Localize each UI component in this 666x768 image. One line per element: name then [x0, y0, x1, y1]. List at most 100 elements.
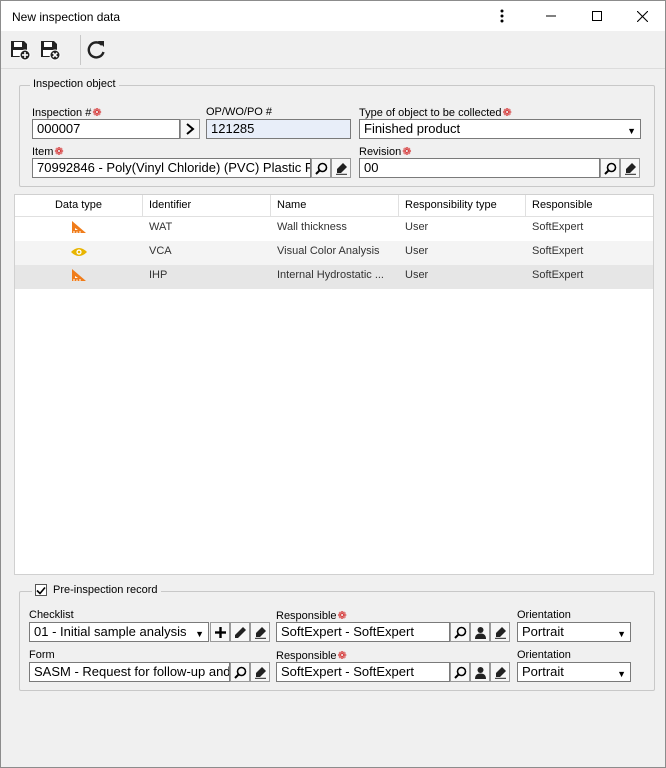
inspection-object-legend: Inspection object	[30, 78, 119, 90]
table-row-selected[interactable]: IHP Internal Hydrostatic ... User SoftEx…	[15, 265, 653, 289]
inspection-no-field[interactable]: 000007	[32, 119, 180, 139]
data-type-cell	[15, 241, 143, 265]
responsibility-type-cell: User	[405, 245, 429, 257]
toolbar	[1, 31, 665, 69]
pre-inspection-legend-text: Pre-inspection record	[53, 584, 158, 596]
checklist-clear-button[interactable]	[250, 622, 270, 642]
more-options-button[interactable]	[479, 1, 525, 31]
eraser-icon	[254, 626, 266, 639]
item-search-button[interactable]	[311, 158, 331, 178]
save-new-icon	[11, 41, 31, 61]
required-icon: ❁	[402, 146, 412, 158]
checklist-value: 01 - Initial sample analysis	[34, 624, 187, 639]
required-icon: ❁	[54, 146, 64, 158]
checklist-add-button[interactable]	[210, 622, 230, 642]
table-row[interactable]: VCA Visual Color Analysis User SoftExper…	[15, 241, 653, 265]
title-bar: New inspection data	[1, 1, 665, 31]
responsible-field-1[interactable]: SoftExpert - SoftExpert	[276, 622, 450, 642]
dialog-window: New inspection data Inspection object In…	[0, 0, 666, 768]
refresh-button[interactable]	[83, 37, 109, 63]
revision-search-button[interactable]	[600, 158, 620, 178]
column-header-data-type[interactable]: Data type	[15, 195, 143, 217]
responsibility-type-cell: User	[405, 221, 429, 233]
responsible-2-clear-button[interactable]	[490, 662, 510, 682]
pre-inspection-checkbox[interactable]	[35, 584, 47, 596]
responsible-field-2[interactable]: SoftExpert - SoftExpert	[276, 662, 450, 682]
search-icon	[233, 666, 246, 679]
responsible-2-search-button[interactable]	[450, 662, 470, 682]
item-label: Item❁	[32, 146, 64, 158]
responsibility-type-cell: User	[405, 269, 429, 281]
object-type-label: Type of object to be collected❁	[359, 107, 512, 119]
save-new-button[interactable]	[7, 37, 33, 63]
op-wo-po-field: 121285	[206, 119, 351, 139]
ruler-icon	[72, 269, 86, 281]
column-header-name[interactable]: Name	[271, 195, 399, 217]
form-clear-button[interactable]	[250, 662, 270, 682]
more-vertical-icon	[500, 9, 504, 23]
responsible-2-user-button[interactable]	[470, 662, 490, 682]
name-cell: Wall thickness	[277, 221, 347, 233]
revision-clear-button[interactable]	[620, 158, 640, 178]
plus-icon	[214, 626, 226, 638]
object-type-select[interactable]: Finished product ▼	[359, 119, 641, 139]
responsible-cell: SoftExpert	[532, 269, 584, 281]
maximize-button[interactable]	[574, 1, 620, 31]
search-icon	[314, 162, 327, 175]
orientation-value-1: Portrait	[522, 624, 564, 639]
minimize-button[interactable]	[528, 1, 574, 31]
orientation-select-1[interactable]: Portrait ▼	[517, 622, 631, 642]
column-header-responsibility-type[interactable]: Responsibility type	[399, 195, 526, 217]
inspection-no-label: Inspection #❁	[32, 107, 102, 119]
maximize-icon	[592, 11, 602, 21]
form-search-button[interactable]	[230, 662, 250, 682]
orientation-value-2: Portrait	[522, 664, 564, 679]
responsible-1-search-button[interactable]	[450, 622, 470, 642]
item-clear-button[interactable]	[331, 158, 351, 178]
name-cell: Visual Color Analysis	[277, 245, 380, 257]
table-row[interactable]: WAT Wall thickness User SoftExpert	[15, 217, 653, 241]
search-icon	[453, 666, 466, 679]
save-close-icon	[41, 41, 61, 61]
user-icon	[474, 626, 486, 639]
dropdown-arrow-icon: ▼	[195, 629, 204, 639]
pencil-icon	[234, 626, 246, 638]
responsible-1-user-button[interactable]	[470, 622, 490, 642]
chevron-right-icon	[186, 123, 195, 135]
checklist-edit-button[interactable]	[230, 622, 250, 642]
revision-field[interactable]: 00	[359, 158, 600, 178]
eraser-icon	[254, 666, 266, 679]
required-icon: ❁	[92, 107, 102, 119]
ruler-icon	[72, 221, 86, 233]
identifier-cell: IHP	[149, 269, 168, 281]
required-icon: ❁	[502, 107, 512, 119]
toolbar-separator	[80, 35, 81, 65]
close-icon	[636, 10, 648, 22]
form-field[interactable]: SASM - Request for follow-up and	[29, 662, 230, 682]
close-button[interactable]	[619, 1, 665, 31]
responsible-label-2: Responsible❁	[276, 650, 347, 662]
checklist-select[interactable]: 01 - Initial sample analysis ▼	[29, 622, 209, 642]
eraser-icon	[494, 666, 506, 679]
checkmark-icon	[36, 586, 46, 595]
column-header-responsible[interactable]: Responsible	[526, 195, 653, 217]
window-title: New inspection data	[12, 10, 121, 24]
object-type-value: Finished product	[364, 121, 461, 136]
item-field[interactable]: 70992846 - Poly(Vinyl Chloride) (PVC) Pl…	[32, 158, 311, 178]
inspection-no-next-button[interactable]	[180, 119, 200, 139]
eraser-icon	[335, 162, 347, 175]
identifier-cell: WAT	[149, 221, 173, 233]
minimize-icon	[546, 15, 556, 17]
orientation-label-1: Orientation	[517, 609, 571, 621]
user-icon	[474, 666, 486, 679]
grid-header: Data type Identifier Name Responsibility…	[15, 195, 653, 217]
identifier-cell: VCA	[149, 245, 172, 257]
search-icon	[603, 162, 616, 175]
save-close-button[interactable]	[37, 37, 63, 63]
column-header-identifier[interactable]: Identifier	[143, 195, 271, 217]
responsible-cell: SoftExpert	[532, 245, 584, 257]
dropdown-arrow-icon: ▼	[617, 669, 626, 679]
responsible-1-clear-button[interactable]	[490, 622, 510, 642]
orientation-select-2[interactable]: Portrait ▼	[517, 662, 631, 682]
eraser-icon	[624, 162, 636, 175]
